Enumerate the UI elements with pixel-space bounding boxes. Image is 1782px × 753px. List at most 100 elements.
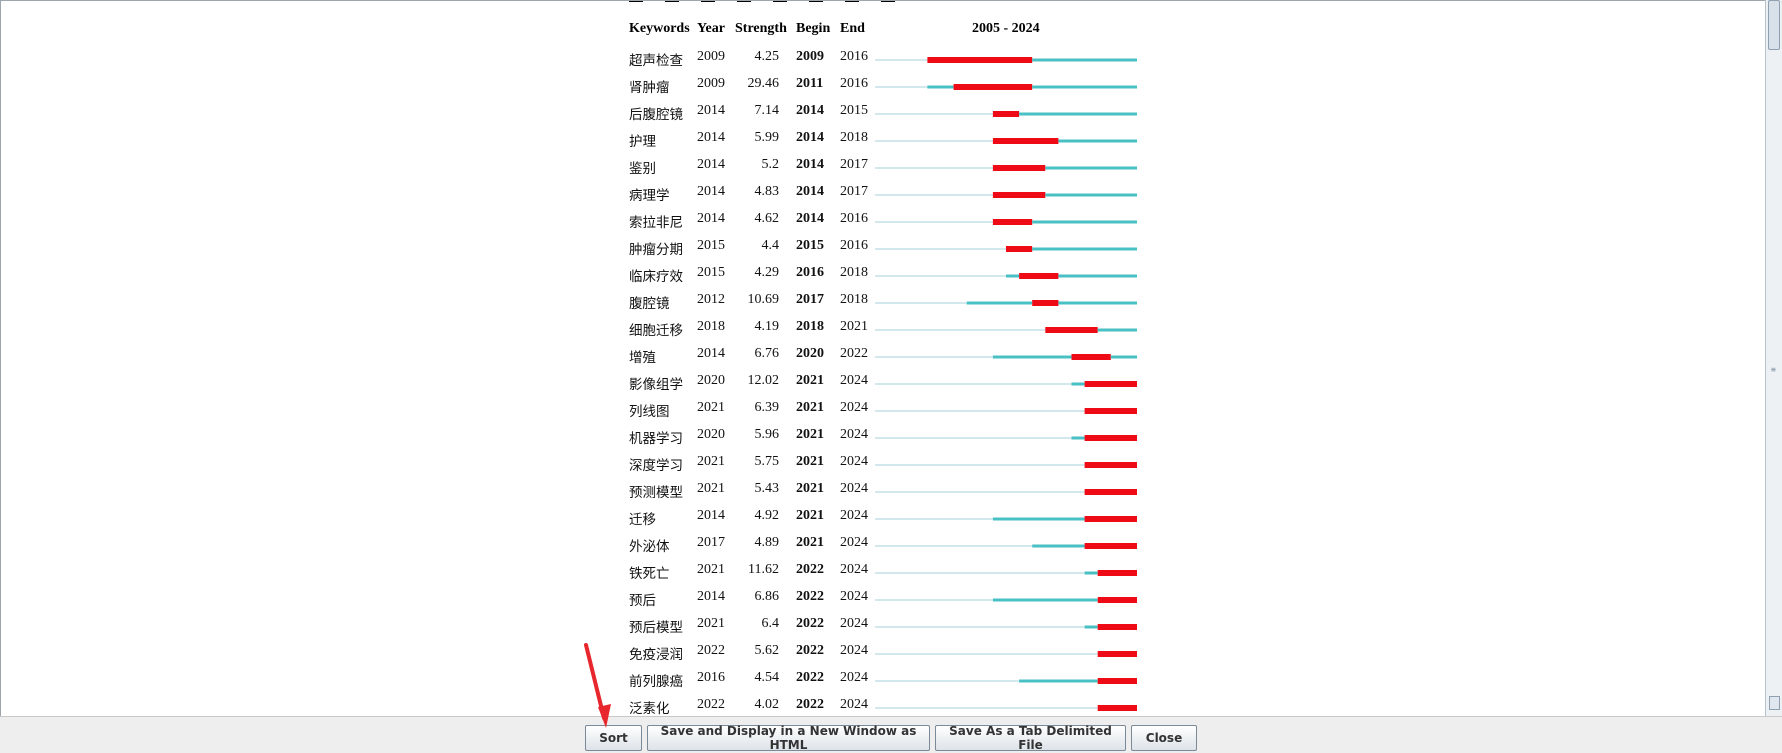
end-cell: 2024: [840, 589, 868, 604]
header-range: 2005 - 2024: [972, 21, 1040, 36]
keyword-cell: 病理学: [629, 188, 670, 204]
timeline-pre-year-segment: [875, 275, 1006, 277]
end-cell: 2024: [840, 481, 868, 496]
timeline-bar: [875, 219, 1137, 225]
year-cell: 2017: [697, 535, 725, 550]
timeline-active-segment: [1032, 247, 1137, 251]
timeline-burst-segment: [1097, 651, 1137, 657]
scroll-down-button[interactable]: [1769, 696, 1780, 710]
end-cell: 2016: [840, 76, 868, 91]
strength-cell: 29.46: [747, 76, 780, 91]
end-cell: 2024: [840, 670, 868, 685]
timeline-bar: [875, 138, 1137, 144]
table-row: 机器学习 2020 5.96 2021 2024: [629, 422, 1149, 449]
keyword-cell: 列线图: [629, 404, 670, 420]
year-cell: 2014: [697, 103, 725, 118]
timeline-burst-segment: [1045, 327, 1098, 333]
timeline-active-segment: [1045, 166, 1137, 170]
frame-border-left: [0, 0, 1, 716]
end-cell: 2021: [840, 319, 868, 334]
timeline-pre-year-segment: [875, 383, 1072, 385]
strength-cell: 4.4: [761, 238, 780, 253]
timeline-active-segment: [1071, 436, 1085, 440]
begin-cell: 2022: [796, 616, 824, 631]
begin-cell: 2022: [796, 562, 824, 577]
year-cell: 2014: [697, 508, 725, 523]
timeline-bar: [875, 246, 1137, 252]
timeline-active-segment: [1097, 328, 1137, 332]
timeline-pre-year-segment: [875, 626, 1085, 628]
keyword-cell: 后腹腔镜: [629, 107, 683, 123]
end-cell: 2016: [840, 238, 868, 253]
timeline-pre-year-segment: [875, 59, 928, 61]
keyword-cell: 护理: [629, 134, 656, 150]
strength-cell: 4.19: [754, 319, 780, 334]
vertical-scrollbar[interactable]: ≡: [1765, 0, 1782, 716]
timeline-active-segment: [1071, 382, 1085, 386]
year-cell: 2009: [697, 49, 725, 64]
timeline-active-segment: [1019, 679, 1098, 683]
timeline-active-segment: [1058, 274, 1137, 278]
year-cell: 2009: [697, 76, 725, 91]
keyword-cell: 肾肿瘤: [629, 80, 670, 96]
keyword-cell: 鉴别: [629, 161, 656, 177]
scrollbar-grip-icon: ≡: [1771, 365, 1776, 374]
timeline-pre-year-segment: [875, 680, 1020, 682]
end-cell: 2022: [840, 346, 868, 361]
year-cell: 2021: [697, 481, 725, 496]
begin-cell: 2015: [796, 238, 824, 253]
table-row: 肾肿瘤 2009 29.46 2011 2016: [629, 71, 1149, 98]
end-cell: 2024: [840, 643, 868, 658]
scrollbar-thumb[interactable]: [1768, 0, 1780, 50]
table-row: 迁移 2014 4.92 2021 2024: [629, 503, 1149, 530]
strength-cell: 4.54: [754, 670, 780, 685]
end-cell: 2017: [840, 157, 868, 172]
timeline-pre-year-segment: [875, 140, 993, 142]
timeline-pre-year-segment: [875, 491, 1085, 493]
year-cell: 2014: [697, 157, 725, 172]
begin-cell: 2009: [796, 49, 824, 64]
end-cell: 2018: [840, 292, 868, 307]
table-row: 鉴别 2014 5.2 2014 2017: [629, 152, 1149, 179]
table-row: 增殖 2014 6.76 2020 2022: [629, 341, 1149, 368]
timeline-bar: [875, 111, 1137, 117]
keyword-cell: 增殖: [629, 350, 656, 366]
header-end: End: [840, 21, 865, 36]
timeline-bar: [875, 192, 1137, 198]
year-cell: 2021: [697, 616, 725, 631]
timeline-bar: [875, 543, 1137, 549]
timeline-pre-year-segment: [875, 248, 1006, 250]
sort-button[interactable]: Sort: [585, 725, 642, 751]
save-tab-delimited-button[interactable]: Save As a Tab Delimited File: [935, 724, 1126, 752]
table-row: 超声检查 2009 4.25 2009 2016: [629, 44, 1149, 71]
timeline-active-segment: [992, 598, 1098, 602]
year-cell: 2022: [697, 643, 725, 658]
begin-cell: 2014: [796, 130, 824, 145]
end-cell: 2024: [840, 454, 868, 469]
keyword-cell: 预后: [629, 593, 656, 609]
close-button[interactable]: Close: [1131, 725, 1197, 751]
timeline-active-segment: [1019, 112, 1137, 116]
timeline-pre-year-segment: [875, 572, 1085, 574]
timeline-bar: [875, 57, 1137, 63]
save-html-button[interactable]: Save and Display in a New Window as HTML: [647, 724, 930, 752]
strength-cell: 4.25: [754, 49, 780, 64]
strength-cell: 6.76: [754, 346, 780, 361]
year-cell: 2014: [697, 589, 725, 604]
timeline-active-segment: [1032, 220, 1137, 224]
strength-cell: 4.02: [754, 697, 780, 712]
timeline-pre-year-segment: [875, 86, 928, 88]
timeline-active-segment: [1110, 355, 1137, 359]
timeline-burst-segment: [1084, 543, 1137, 549]
timeline-bar: [875, 570, 1137, 576]
table-row: 细胞迁移 2018 4.19 2018 2021: [629, 314, 1149, 341]
timeline-pre-year-segment: [875, 437, 1072, 439]
end-cell: 2024: [840, 697, 868, 712]
keyword-cell: 预后模型: [629, 620, 683, 636]
keyword-cell: 预测模型: [629, 485, 683, 501]
keyword-cell: 深度学习: [629, 458, 683, 474]
keyword-cell: 超声检查: [629, 53, 683, 69]
timeline-pre-year-segment: [875, 599, 993, 601]
table-row: 预后模型 2021 6.4 2022 2024: [629, 611, 1149, 638]
strength-cell: 5.99: [754, 130, 780, 145]
